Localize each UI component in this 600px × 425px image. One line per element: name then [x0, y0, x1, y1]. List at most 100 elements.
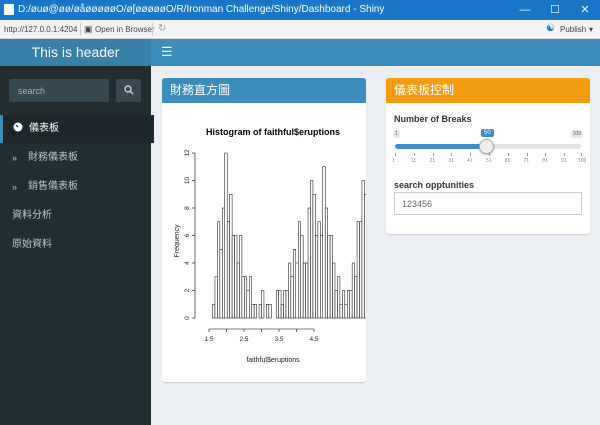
slider-tick-label: 11	[410, 158, 416, 164]
window-titlebar: D:/øuø@øø/øåøøøøøO/ø[øøøøøO/R/Ironman Ch…	[0, 0, 600, 20]
slider-tick	[470, 153, 472, 156]
histogram-bar	[351, 262, 355, 319]
histogram-bar	[315, 235, 319, 319]
histogram-bar	[229, 194, 233, 319]
sidebar-item-label: 原始資料	[12, 239, 52, 250]
publish-icon: ☯	[546, 23, 555, 34]
sidebar-item-finance[interactable]: » 財務儀表板	[0, 144, 151, 172]
sidebar-item-raw-data[interactable]: 原始資料	[0, 231, 151, 259]
sidebar-item-label: 財務儀表板	[28, 152, 78, 163]
slider-handle[interactable]	[479, 139, 495, 154]
sidebar-item-analysis[interactable]: 資料分析	[0, 202, 151, 230]
box-title: 財務直方圖	[162, 78, 366, 103]
histogram-bar	[222, 207, 225, 319]
url-text: http://127.0.0.1:4204	[4, 25, 78, 34]
search-button[interactable]	[116, 79, 141, 102]
histogram-bar	[249, 276, 252, 319]
histogram-bar	[295, 262, 299, 319]
slider-tick	[545, 153, 547, 156]
window-title: D:/øuø@øø/øåøøøøøO/ø[øøøøøO/R/Ironman Ch…	[18, 4, 385, 15]
minimize-button[interactable]: —	[510, 0, 540, 20]
histogram-bar	[324, 207, 328, 319]
histogram-bar	[224, 152, 228, 319]
histogram-bar	[334, 290, 338, 319]
histogram-bar	[359, 221, 363, 319]
double-chevron-icon: »	[12, 153, 18, 163]
search-icon	[123, 85, 134, 95]
y-tick-label: 6	[184, 233, 191, 237]
dashboard-icon	[13, 115, 23, 143]
histogram-bar	[214, 276, 218, 319]
slider-tick-label: 51	[485, 158, 492, 164]
publish-dropdown-icon[interactable]: ▾	[589, 25, 593, 34]
histogram-bar	[280, 304, 284, 319]
histogram-bar	[322, 166, 326, 319]
y-tick-label: 4	[184, 261, 191, 265]
histogram-bar	[246, 290, 250, 319]
breaks-slider[interactable]: 1 100 50 1 11 21 31 41 51 61 71 81 91 100	[392, 128, 587, 168]
histogram-bar	[339, 304, 343, 319]
toolbar-divider	[152, 23, 153, 36]
histogram-bar	[293, 249, 297, 319]
sidebar-toggle-icon[interactable]: ☰	[161, 44, 173, 60]
histogram-bar	[344, 304, 348, 319]
slider-tick	[564, 153, 566, 156]
y-tick-label: 2	[184, 288, 191, 292]
histogram-bar	[231, 235, 235, 319]
search-input[interactable]: search	[9, 79, 109, 102]
histogram-bar	[278, 290, 282, 319]
histogram-bar	[217, 221, 221, 319]
histogram-bar	[239, 235, 243, 319]
slider-tick	[526, 153, 528, 156]
x-axis-label: faithful$eruptions	[246, 357, 300, 364]
slider-tick-label: 81	[542, 158, 548, 164]
refresh-icon[interactable]: ↻	[158, 23, 166, 34]
header-navbar: ☰	[151, 39, 600, 66]
slider-tick-label: 1	[392, 158, 395, 164]
x-tick-label: 2.5	[239, 336, 248, 343]
y-tick-label: 0	[184, 316, 191, 320]
slider-tick-label: 61	[504, 158, 511, 164]
histogram-bar	[364, 194, 366, 319]
histogram-bar	[317, 221, 321, 319]
histogram-bar	[312, 194, 316, 319]
sidebar-item-label: 儀表板	[29, 123, 59, 134]
slider-tick	[395, 153, 396, 156]
histogram-bar	[302, 262, 306, 319]
histogram-bar	[261, 290, 265, 319]
histogram-bar	[244, 276, 248, 319]
x-tick-label: 1.5	[204, 336, 213, 343]
histogram-bar	[283, 290, 287, 319]
slider-tick	[581, 153, 582, 156]
sidebar-item-dashboard[interactable]: 儀表板	[0, 115, 154, 143]
slider-tick	[432, 153, 434, 156]
histogram-bar	[275, 290, 279, 319]
histogram-bar	[349, 290, 353, 319]
slider-value: 50	[481, 129, 494, 137]
y-axis-label: Frequency	[174, 224, 181, 258]
slider-tick-label: 31	[448, 158, 454, 164]
histogram-bar	[288, 262, 292, 319]
slider-tick-label: 71	[523, 158, 530, 164]
histogram-bar	[285, 290, 289, 319]
histogram-bar	[327, 235, 331, 319]
slider-tick	[488, 153, 490, 156]
maximize-button[interactable]: ☐	[540, 0, 570, 20]
close-button[interactable]: ✕	[570, 0, 600, 20]
histogram-bar	[361, 180, 365, 319]
slider-tick-label: 100	[578, 158, 587, 164]
histogram-bar	[347, 290, 350, 319]
histogram-bar	[234, 235, 238, 319]
histogram-bar	[300, 235, 304, 319]
open-in-browser-button[interactable]: Open in Browser	[95, 25, 155, 34]
sidebar-item-sales[interactable]: » 銷售儀表板	[0, 173, 151, 201]
histogram-bar	[342, 290, 346, 319]
publish-button[interactable]: Publish	[560, 25, 586, 34]
histogram-bar	[226, 221, 230, 319]
histogram-bar	[258, 304, 262, 319]
search-opportunities-input[interactable]: 123456	[394, 192, 582, 215]
histogram-bar	[266, 304, 270, 319]
slider-tick	[507, 153, 509, 156]
toolbar-divider	[80, 23, 81, 36]
x-tick-label: 4.5	[309, 336, 318, 343]
